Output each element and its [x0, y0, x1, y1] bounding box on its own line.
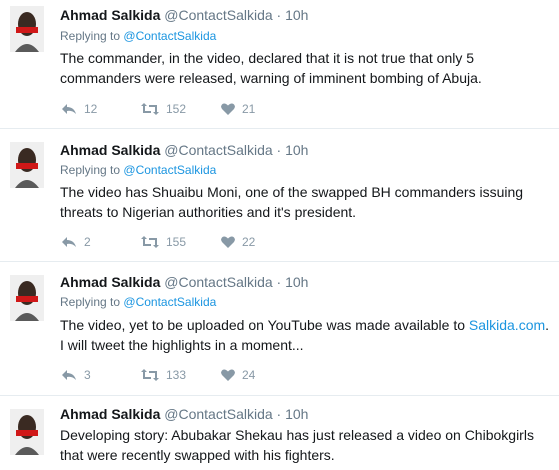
retweet-count: 133: [166, 368, 187, 382]
timestamp[interactable]: 10h: [285, 406, 308, 422]
author-handle[interactable]: @ContactSalkida: [164, 142, 272, 158]
replying-to-handle-link[interactable]: @ContactSalkida: [123, 295, 216, 309]
author-name[interactable]: Ahmad Salkida: [60, 142, 160, 158]
replying-to-handle-link[interactable]: @ContactSalkida: [123, 163, 216, 177]
separator: ·: [276, 406, 282, 422]
reply-count: 3: [84, 368, 91, 382]
like-button[interactable]: 24: [220, 366, 255, 384]
retweet-button[interactable]: 155: [140, 233, 186, 251]
author-handle[interactable]: @ContactSalkida: [164, 7, 272, 23]
like-icon: [221, 369, 235, 381]
separator: ·: [276, 274, 282, 290]
like-button[interactable]: 21: [220, 100, 255, 118]
author-handle[interactable]: @ContactSalkida: [164, 406, 272, 422]
retweet-count: 152: [166, 102, 187, 116]
replying-to: Replying to @ContactSalkida: [60, 294, 216, 310]
tweet-4[interactable]: Ahmad Salkida @ContactSalkida · 10h Deve…: [0, 397, 559, 470]
tweet-text-part: The video, yet to be uploaded on YouTube…: [60, 317, 469, 333]
tweet-1[interactable]: Ahmad Salkida @ContactSalkida · 10h Repl…: [0, 0, 559, 129]
reply-icon: [62, 104, 76, 114]
tweet-text: The video has Shuaibu Moni, one of the s…: [60, 184, 524, 220]
author-handle[interactable]: @ContactSalkida: [164, 274, 272, 290]
tweet-text: Developing story: Abubakar Shekau has ju…: [60, 427, 534, 463]
retweet-icon: [141, 369, 159, 381]
like-count: 22: [242, 235, 256, 249]
reply-icon: [62, 370, 76, 380]
reply-button[interactable]: 12: [60, 100, 97, 118]
replying-to: Replying to @ContactSalkida: [60, 162, 216, 178]
tweet-text: The video, yet to be uploaded on YouTube…: [60, 315, 555, 355]
replying-to: Replying to @ContactSalkida: [60, 28, 216, 44]
salkida-link[interactable]: Salkida.com: [469, 317, 545, 333]
retweet-button[interactable]: 133: [140, 366, 186, 384]
avatar[interactable]: [10, 6, 44, 52]
separator: ·: [276, 142, 282, 158]
author-name[interactable]: Ahmad Salkida: [60, 274, 160, 290]
author-name[interactable]: Ahmad Salkida: [60, 406, 160, 422]
replying-to-label: Replying to: [60, 163, 121, 177]
reply-button[interactable]: 2: [60, 233, 91, 251]
retweet-icon: [141, 103, 159, 115]
tweet-3[interactable]: Ahmad Salkida @ContactSalkida · 10h Repl…: [0, 263, 559, 396]
replying-to-label: Replying to: [60, 29, 121, 43]
author-name[interactable]: Ahmad Salkida: [60, 7, 160, 23]
timestamp[interactable]: 10h: [285, 142, 308, 158]
avatar[interactable]: [10, 409, 44, 455]
retweet-button[interactable]: 152: [140, 100, 186, 118]
reply-count: 12: [84, 102, 98, 116]
like-icon: [221, 236, 235, 248]
like-count: 24: [242, 368, 256, 382]
replying-to-handle-link[interactable]: @ContactSalkida: [123, 29, 216, 43]
reply-icon: [62, 237, 76, 247]
retweet-icon: [141, 236, 159, 248]
like-button[interactable]: 22: [220, 233, 255, 251]
avatar[interactable]: [10, 275, 44, 321]
replying-to-label: Replying to: [60, 295, 121, 309]
avatar[interactable]: [10, 142, 44, 188]
reply-button[interactable]: 3: [60, 366, 91, 384]
tweet-2[interactable]: Ahmad Salkida @ContactSalkida · 10h Repl…: [0, 130, 559, 262]
like-icon: [221, 103, 235, 115]
reply-count: 2: [84, 235, 91, 249]
like-count: 21: [242, 102, 256, 116]
separator: ·: [276, 7, 282, 23]
timestamp[interactable]: 10h: [285, 274, 308, 290]
tweet-text: The commander, in the video, declared th…: [60, 50, 482, 86]
retweet-count: 155: [166, 235, 187, 249]
timestamp[interactable]: 10h: [285, 7, 308, 23]
